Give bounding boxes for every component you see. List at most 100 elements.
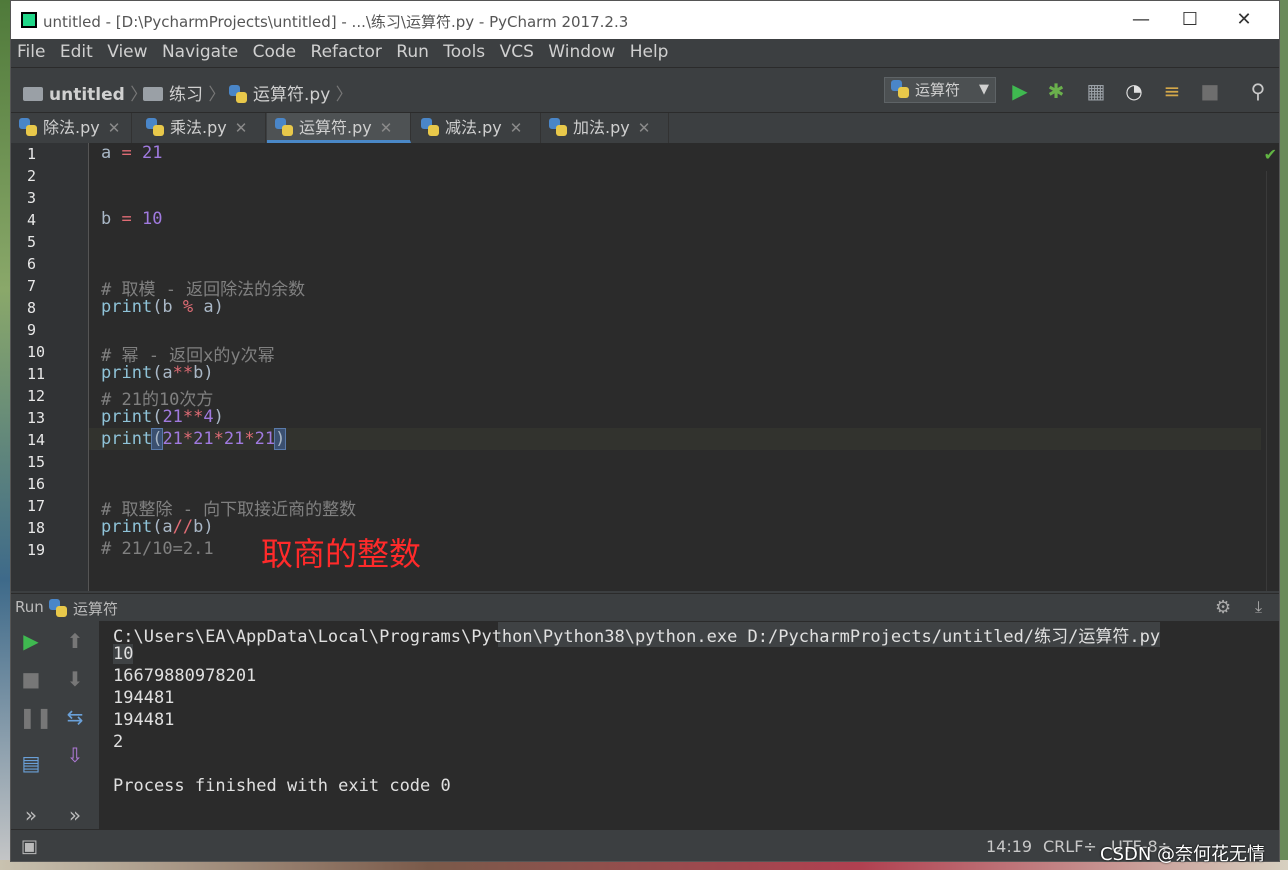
close-icon[interactable]: ✕: [380, 119, 393, 137]
editor-scrollbar[interactable]: [1266, 171, 1279, 591]
soft-wrap-icon[interactable]: ⇆: [63, 705, 87, 729]
navigation-bar: untitled 〉 练习 〉 运算符.py 〉 运算符 ▼ ▶ ✱ ▦ ◔ ≡ …: [11, 67, 1279, 113]
breadcrumb-folder[interactable]: 练习 〉: [143, 80, 225, 105]
pycharm-window: untitled - [D:\PycharmProjects\untitled]…: [10, 0, 1280, 862]
breadcrumb-file[interactable]: 运算符.py 〉: [229, 80, 353, 105]
python-file-icon: [421, 118, 439, 136]
python-file-icon: [229, 85, 247, 103]
run-panel-label[interactable]: Run: [15, 598, 44, 616]
scroll-to-end-icon[interactable]: ⇩: [63, 743, 87, 767]
folder-icon: [143, 87, 163, 101]
line-number: 8: [27, 299, 37, 317]
close-icon[interactable]: ✕: [235, 119, 248, 137]
checkmark-icon: ✔: [1263, 145, 1277, 164]
close-icon[interactable]: ✕: [510, 119, 523, 137]
pause-icon[interactable]: ❚❚: [19, 705, 53, 729]
search-icon[interactable]: ⚲: [1246, 79, 1270, 103]
more-right-icon[interactable]: »: [63, 803, 87, 827]
tab-label: 减法.py: [445, 118, 502, 137]
code-token: 21: [162, 407, 183, 427]
code-token: print: [101, 407, 153, 427]
tab-division[interactable]: 除法.py ✕: [11, 113, 132, 143]
hide-panel-icon[interactable]: ⤓: [1255, 597, 1262, 617]
console-line-exit: Process finished with exit code 0: [113, 776, 451, 796]
code-token: (a: [152, 517, 173, 537]
menu-code[interactable]: Code: [253, 39, 297, 65]
arrow-up-icon[interactable]: ⬆: [63, 629, 87, 653]
code-token: *: [213, 429, 224, 449]
python-file-icon: [146, 118, 164, 136]
breadcrumb-project[interactable]: untitled 〉: [23, 80, 147, 105]
menu-window[interactable]: Window: [548, 39, 615, 65]
menu-edit[interactable]: Edit: [60, 39, 93, 65]
code-token: print: [101, 517, 153, 537]
menu-file[interactable]: File: [17, 39, 45, 65]
tab-label: 加法.py: [573, 118, 630, 137]
arrow-down-icon[interactable]: ⬇: [63, 667, 87, 691]
pycharm-app-icon: [21, 12, 37, 28]
bracket-match: (: [151, 428, 164, 450]
console-line-command: C:\Users\EA\AppData\Local\Programs\Pytho…: [113, 622, 1161, 647]
menu-help[interactable]: Help: [630, 39, 669, 65]
concurrency-icon[interactable]: ≡: [1160, 79, 1184, 103]
menu-tools[interactable]: Tools: [443, 39, 485, 65]
run-console-output[interactable]: C:\Users\EA\AppData\Local\Programs\Pytho…: [99, 621, 1279, 829]
code-token: 21: [254, 429, 276, 449]
menu-view[interactable]: View: [107, 39, 147, 65]
code-editor[interactable]: 1 2 3 4 5 6 7 8 9 10 11 12 13 14 15 16 1…: [11, 143, 1279, 591]
code-token: a: [101, 143, 112, 163]
line-number: 9: [27, 321, 37, 339]
minimize-button[interactable]: —: [1118, 5, 1164, 35]
code-line: print(21**4): [101, 407, 224, 427]
rerun-play-icon[interactable]: ▶: [19, 629, 43, 653]
line-separator[interactable]: CRLF÷: [1043, 837, 1097, 856]
profile-icon[interactable]: ◔: [1122, 79, 1146, 103]
breadcrumb-folder-label: 练习: [169, 85, 203, 105]
coverage-icon[interactable]: ▦: [1084, 79, 1108, 103]
code-token: **: [172, 363, 194, 383]
tab-operators[interactable]: 运算符.py ✕: [267, 113, 411, 143]
line-number: 12: [27, 387, 46, 405]
tab-addition[interactable]: 加法.py ✕: [541, 113, 669, 143]
code-comment: # 21/10=2.1: [101, 539, 214, 559]
run-panel-config[interactable]: 运算符: [49, 598, 118, 619]
cursor-position[interactable]: 14:19: [986, 837, 1032, 856]
restore-layout-icon[interactable]: ▤: [19, 751, 43, 775]
console-line: 194481: [113, 688, 175, 708]
menu-refactor[interactable]: Refactor: [311, 39, 382, 65]
code-token: 4: [203, 407, 214, 427]
status-bar: ▣ 14:19 CRLF÷ UTF-8÷: [11, 829, 1279, 861]
code-token: 21: [141, 143, 163, 163]
code-token: //: [172, 517, 194, 537]
close-icon[interactable]: ✕: [638, 119, 651, 137]
line-number: 19: [27, 541, 46, 559]
code-token: 21: [162, 429, 183, 449]
line-number: 13: [27, 409, 46, 427]
menu-navigate[interactable]: Navigate: [162, 39, 238, 65]
code-token: b): [193, 363, 214, 383]
menu-vcs[interactable]: VCS: [500, 39, 534, 65]
run-configuration-dropdown[interactable]: 运算符 ▼: [884, 77, 996, 103]
tab-subtraction[interactable]: 减法.py ✕: [413, 113, 541, 143]
annotation-text: 取商的整数: [261, 535, 422, 573]
debug-bug-icon[interactable]: ✱: [1044, 79, 1068, 103]
more-left-icon[interactable]: »: [19, 803, 43, 827]
menu-run[interactable]: Run: [396, 39, 429, 65]
line-number: 4: [27, 211, 37, 229]
code-line: b = 10: [101, 209, 162, 229]
code-token: b): [193, 517, 214, 537]
run-play-icon[interactable]: ▶: [1008, 79, 1032, 103]
stop-icon[interactable]: ■: [19, 667, 43, 691]
run-panel-header: Run 运算符 ⚙ ⤓: [11, 593, 1279, 622]
close-button[interactable]: ✕: [1221, 5, 1267, 35]
line-number: 7: [27, 277, 37, 295]
maximize-button[interactable]: ☐: [1167, 5, 1213, 35]
stop-icon[interactable]: ■: [1198, 79, 1222, 103]
gear-icon[interactable]: ⚙: [1215, 597, 1231, 618]
code-line: print(b % a): [101, 297, 224, 317]
toggle-tool-windows-icon[interactable]: ▣: [21, 836, 38, 857]
run-config-label: 运算符: [915, 81, 961, 99]
close-icon[interactable]: ✕: [108, 119, 121, 137]
tab-multiplication[interactable]: 乘法.py ✕: [138, 113, 266, 143]
code-token: =: [111, 143, 142, 163]
